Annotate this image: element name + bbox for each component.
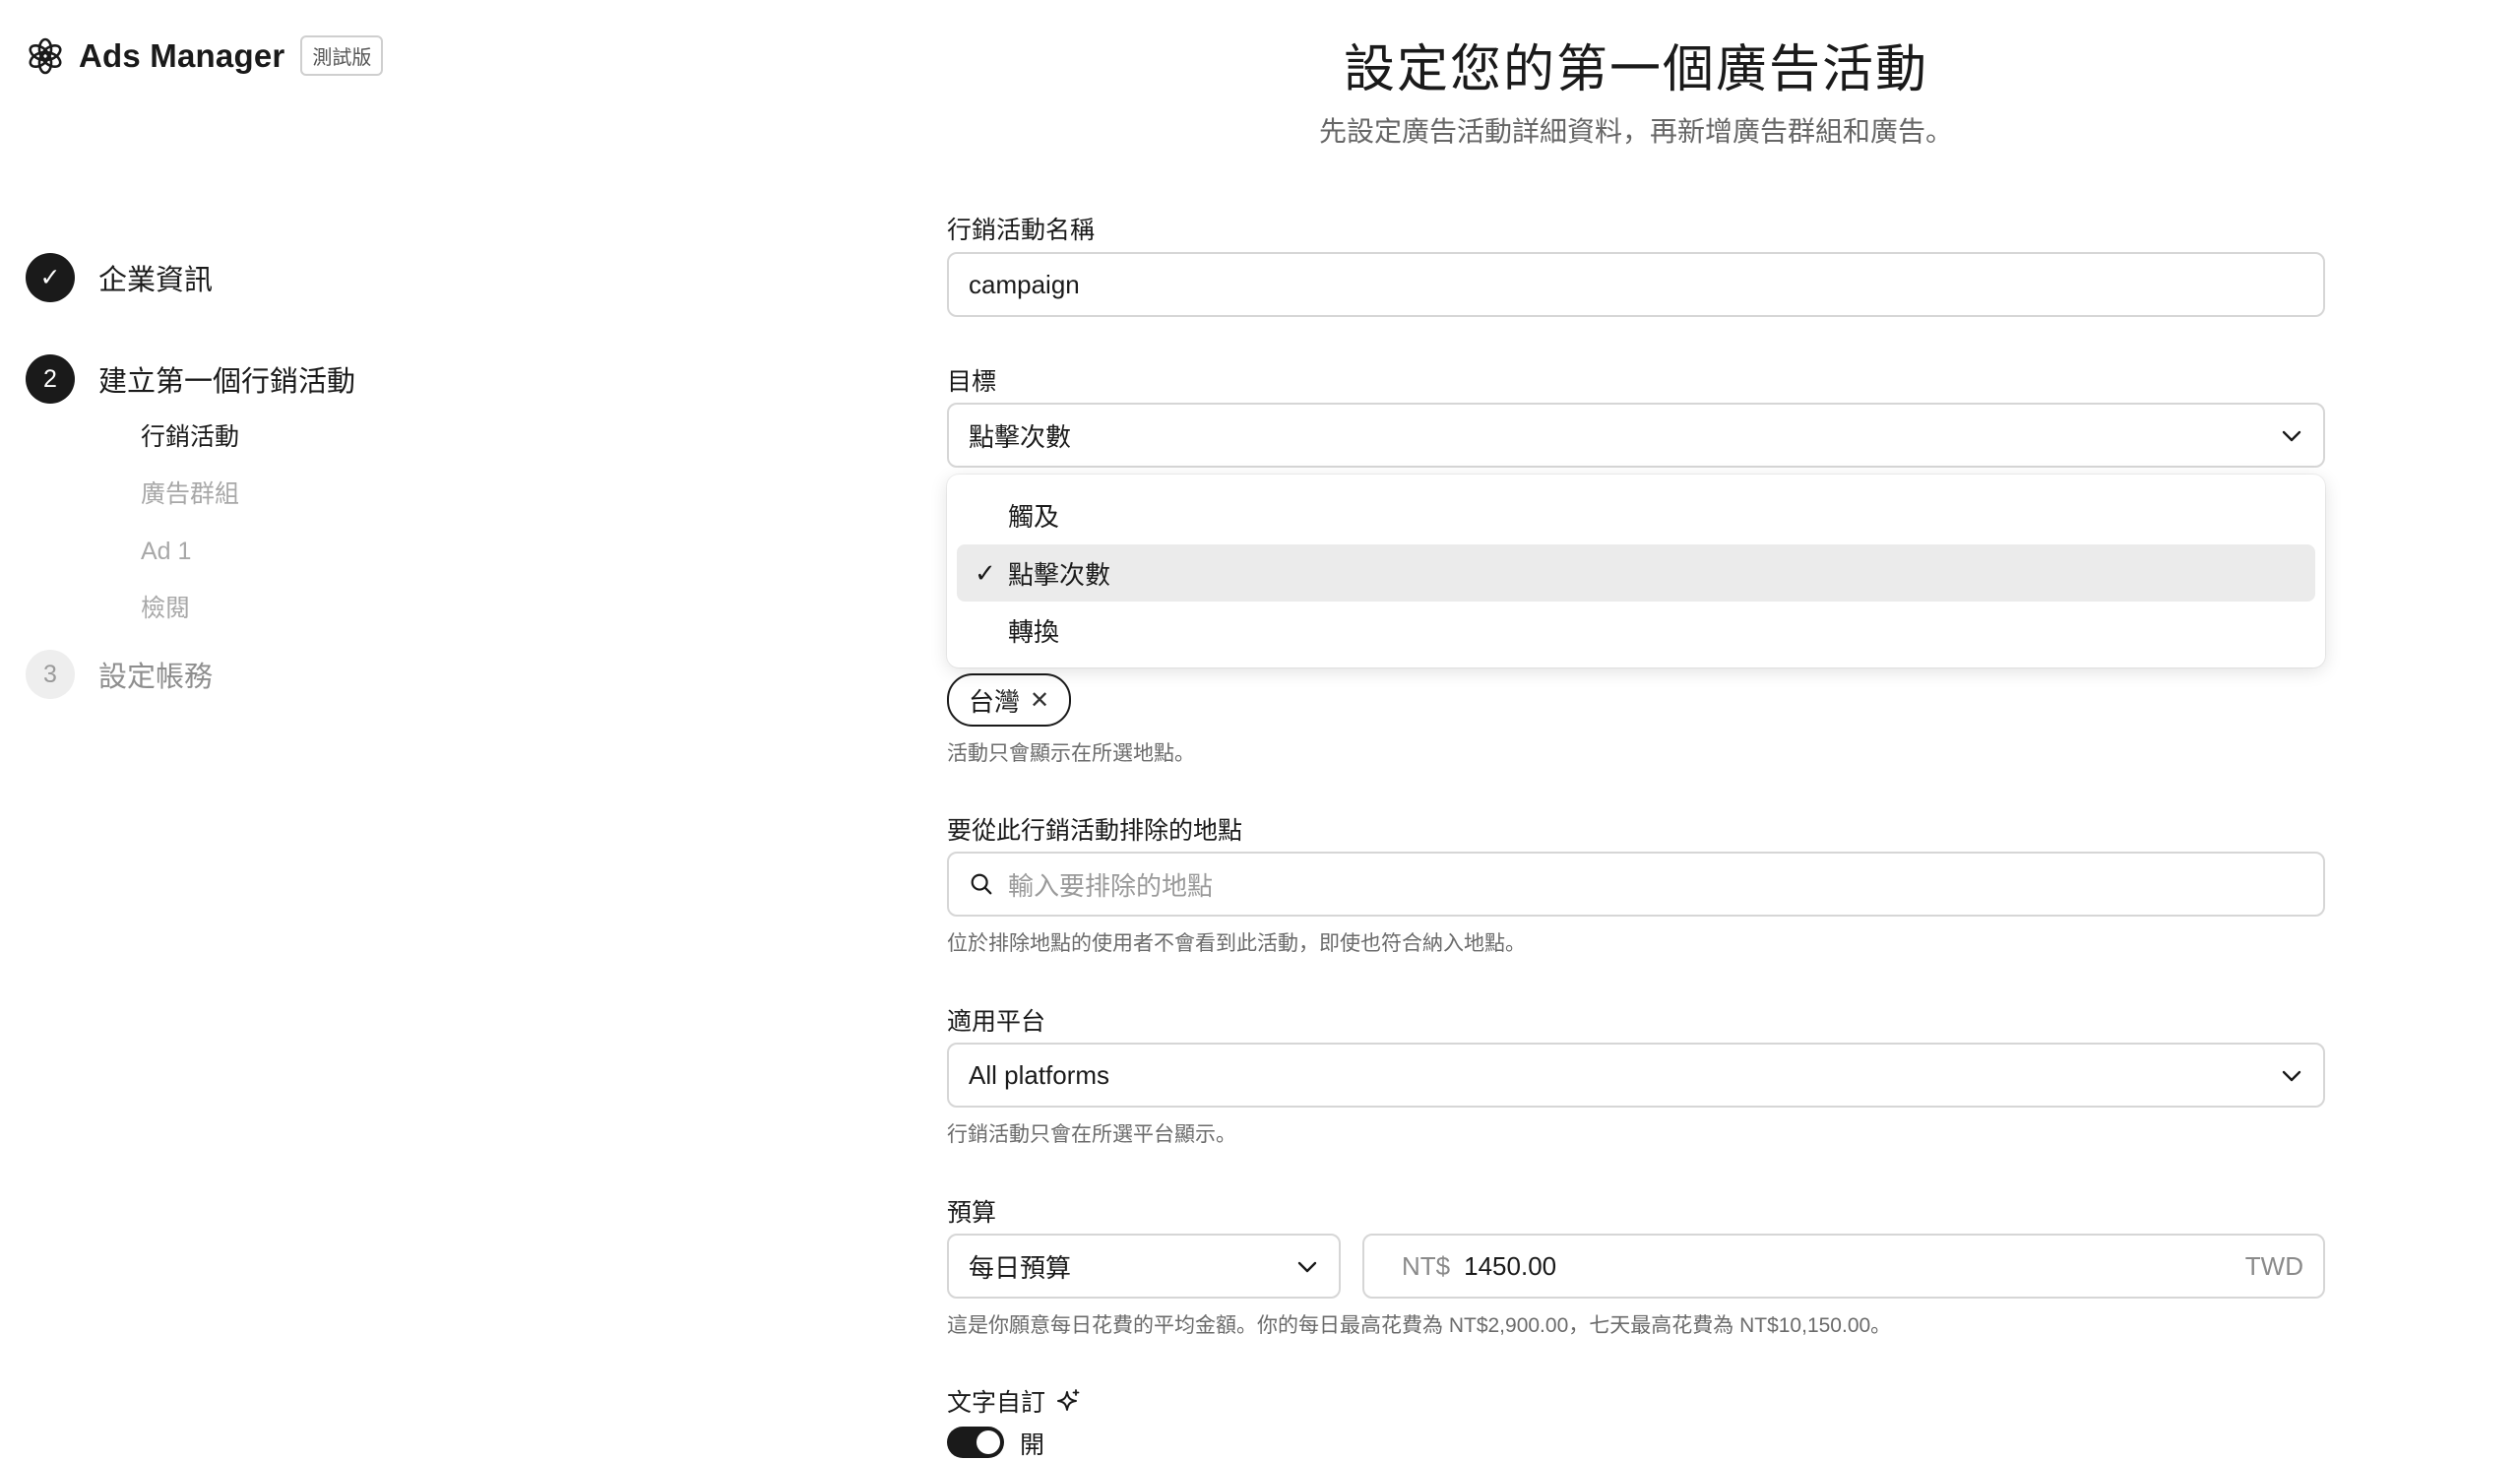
campaign-name-value: campaign xyxy=(969,269,1080,299)
currency-unit: TWD xyxy=(2244,1250,2303,1281)
step-done-icon: ✓ xyxy=(26,253,75,302)
substep-list: 行銷活動 廣告群組 Ad 1 檢閱 xyxy=(141,409,355,637)
app-title: Ads Manager xyxy=(79,36,285,74)
campaign-name-input[interactable]: campaign xyxy=(947,252,2325,317)
budget-type-select[interactable]: 每日預算 xyxy=(947,1234,1341,1299)
objective-option-clicks[interactable]: ✓ 點擊次數 xyxy=(957,544,2315,602)
substep-campaign[interactable]: 行銷活動 xyxy=(141,409,355,466)
openai-logo-icon xyxy=(29,37,62,74)
step-business-info[interactable]: ✓ 企業資訊 xyxy=(26,252,355,303)
chevron-down-icon xyxy=(2282,1070,2301,1082)
objective-value: 點擊次數 xyxy=(969,421,1072,452)
beta-badge: 測試版 xyxy=(300,35,384,76)
objective-dropdown-menu: 觸及 ✓ 點擊次數 轉換 xyxy=(947,475,2325,667)
location-hint: 活動只會顯示在所選地點。 xyxy=(947,742,1195,765)
budget-type-value: 每日預算 xyxy=(969,1252,1072,1283)
sparkle-icon xyxy=(1057,1389,1080,1411)
platform-label: 適用平台 xyxy=(947,1008,1046,1036)
option-label: 轉換 xyxy=(1008,616,1060,647)
brand-header: Ads Manager 測試版 xyxy=(26,35,384,76)
objective-option-reach[interactable]: 觸及 xyxy=(957,486,2315,543)
toggle-state-label: 開 xyxy=(1020,1431,1045,1459)
budget-label: 預算 xyxy=(947,1199,997,1227)
step-create-campaign[interactable]: 2 建立第一個行銷活動 xyxy=(26,353,355,405)
platform-value: All platforms xyxy=(969,1059,1110,1090)
page-title: 設定您的第一個廣告活動 xyxy=(1343,41,1928,98)
currency-prefix: NT$ xyxy=(1402,1250,1451,1281)
close-icon[interactable]: ✕ xyxy=(1030,686,1049,715)
substep-review[interactable]: 檢閱 xyxy=(141,580,355,637)
step-label: 設定帳務 xyxy=(98,662,214,693)
exclude-hint: 位於排除地點的使用者不會看到此活動，即使也符合納入地點。 xyxy=(947,932,1526,955)
exclude-locations-input[interactable]: 輸入要排除的地點 xyxy=(947,852,2325,917)
budget-amount-input[interactable]: NT$ 1450.00 TWD xyxy=(1362,1234,2325,1299)
exclude-placeholder: 輸入要排除的地點 xyxy=(1008,870,1214,901)
substep-ad-1[interactable]: Ad 1 xyxy=(141,523,355,580)
step-navigation: ✓ 企業資訊 2 建立第一個行銷活動 行銷活動 廣告群組 Ad 1 檢閱 3 設… xyxy=(26,252,355,700)
step-number: 3 xyxy=(26,650,75,699)
search-icon xyxy=(971,873,992,895)
chip-label: 台灣 xyxy=(969,686,1021,717)
option-label: 點擊次數 xyxy=(1008,559,1111,590)
substep-ad-group[interactable]: 廣告群組 xyxy=(141,466,355,523)
option-label: 觸及 xyxy=(1008,501,1060,532)
checkmark-icon: ✓ xyxy=(975,557,996,588)
step-billing[interactable]: 3 設定帳務 xyxy=(26,649,355,700)
campaign-name-label: 行銷活動名稱 xyxy=(947,217,1096,244)
chevron-down-icon xyxy=(1297,1261,1317,1273)
budget-amount-value: 1450.00 xyxy=(1464,1250,1557,1281)
budget-hint: 這是你願意每日花費的平均金額。你的每日最高花費為 NT$2,900.00，七天最… xyxy=(947,1314,1892,1337)
objective-label: 目標 xyxy=(947,368,997,396)
platform-hint: 行銷活動只會在所選平台顯示。 xyxy=(947,1123,1236,1146)
toggle-knob xyxy=(976,1430,1000,1454)
location-chip-taiwan[interactable]: 台灣 ✕ xyxy=(947,673,1072,727)
page-subtitle: 先設定廣告活動詳細資料，再新增廣告群組和廣告。 xyxy=(1318,116,1953,147)
exclude-locations-label: 要從此行銷活動排除的地點 xyxy=(947,817,1243,845)
text-customization-label: 文字自訂 xyxy=(947,1383,1083,1419)
platform-select[interactable]: All platforms xyxy=(947,1043,2325,1108)
text-customization-text: 文字自訂 xyxy=(947,1389,1046,1417)
step-label: 建立第一個行銷活動 xyxy=(98,366,356,398)
objective-option-conversions[interactable]: 轉換 xyxy=(957,602,2315,659)
chevron-down-icon xyxy=(2282,430,2301,442)
step-label: 企業資訊 xyxy=(98,265,214,296)
objective-select[interactable]: 點擊次數 xyxy=(947,403,2325,468)
text-customization-toggle[interactable] xyxy=(947,1427,1004,1458)
step-number: 2 xyxy=(26,354,75,404)
